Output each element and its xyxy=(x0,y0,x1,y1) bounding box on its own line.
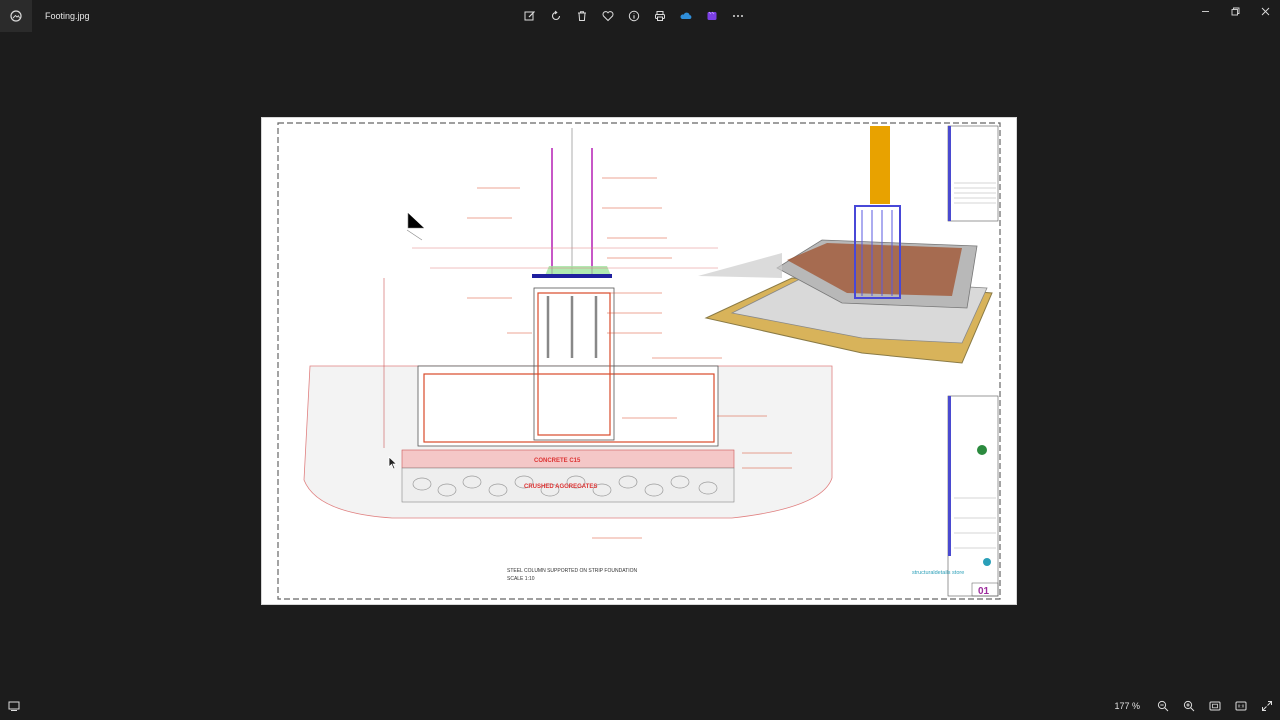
heart-icon xyxy=(602,11,614,22)
restore-button[interactable] xyxy=(1220,0,1250,22)
fit-to-window-button[interactable] xyxy=(1202,692,1228,720)
edit-icon xyxy=(524,11,535,21)
zoom-out-icon xyxy=(1157,700,1169,712)
title-block-bottom: 01 xyxy=(947,395,999,597)
fullscreen-button[interactable] xyxy=(1254,692,1280,720)
rotate-icon xyxy=(551,10,561,21)
filmstrip-toggle-button[interactable] xyxy=(6,698,22,714)
zoom-out-button[interactable] xyxy=(1150,692,1176,720)
status-bar: 177 % xyxy=(0,692,1280,720)
drawing-caption-line1: STEEL COLUMN SUPPORTED ON STRIP FOUNDATI… xyxy=(507,568,637,574)
fit-to-window-icon xyxy=(1209,701,1221,711)
footing-drawing-image: 01 structuraldetails store CONCRETE C15 … xyxy=(262,118,1016,604)
aggregates-band-label: CRUSHED AGGREGATES xyxy=(524,484,597,490)
print-icon xyxy=(655,11,665,21)
edit-image-button[interactable] xyxy=(520,6,540,26)
file-info-button[interactable] xyxy=(624,6,644,26)
actual-size-icon xyxy=(1235,701,1247,711)
favorite-button[interactable] xyxy=(598,6,618,26)
onedrive-button[interactable] xyxy=(676,6,696,26)
zoom-level[interactable]: 177 % xyxy=(1114,701,1140,711)
zoom-in-icon xyxy=(1183,700,1195,712)
more-button[interactable] xyxy=(728,6,748,26)
zoom-in-button[interactable] xyxy=(1176,692,1202,720)
title-bar: Footing.jpg xyxy=(0,0,1280,32)
close-icon xyxy=(1261,7,1269,15)
window-controls xyxy=(1190,0,1280,22)
image-toolbar xyxy=(520,6,748,26)
print-button[interactable] xyxy=(650,6,670,26)
concrete-band-label: CONCRETE C15 xyxy=(534,458,581,464)
cloud-icon xyxy=(680,12,692,19)
filmstrip-icon xyxy=(8,701,20,711)
info-icon xyxy=(628,10,640,22)
zoom-controls: 177 % xyxy=(1114,692,1280,720)
clipchamp-icon xyxy=(707,11,717,20)
fullscreen-icon xyxy=(1262,701,1272,711)
clipchamp-button[interactable] xyxy=(702,6,722,26)
trash-icon xyxy=(578,11,586,21)
close-button[interactable] xyxy=(1250,0,1280,22)
title-block-top xyxy=(947,125,999,222)
image-canvas[interactable]: 01 structuraldetails store CONCRETE C15 … xyxy=(0,32,1280,692)
restore-icon xyxy=(1231,7,1239,15)
sheet-number: 01 xyxy=(978,586,990,597)
minimize-button[interactable] xyxy=(1190,0,1220,22)
delete-button[interactable] xyxy=(572,6,592,26)
brand-label: structuraldetails store xyxy=(912,570,964,576)
drawing-caption-line2: SCALE 1:10 xyxy=(507,576,535,582)
minimize-icon xyxy=(1201,10,1209,12)
drawing-svg: 01 structuraldetails store CONCRETE C15 … xyxy=(277,122,1001,600)
window-title: Footing.jpg xyxy=(45,11,90,21)
photos-app-icon[interactable] xyxy=(0,0,32,32)
rotate-button[interactable] xyxy=(546,6,566,26)
mouse-cursor-icon xyxy=(388,456,398,470)
actual-size-button[interactable] xyxy=(1228,692,1254,720)
more-icon xyxy=(733,15,743,17)
